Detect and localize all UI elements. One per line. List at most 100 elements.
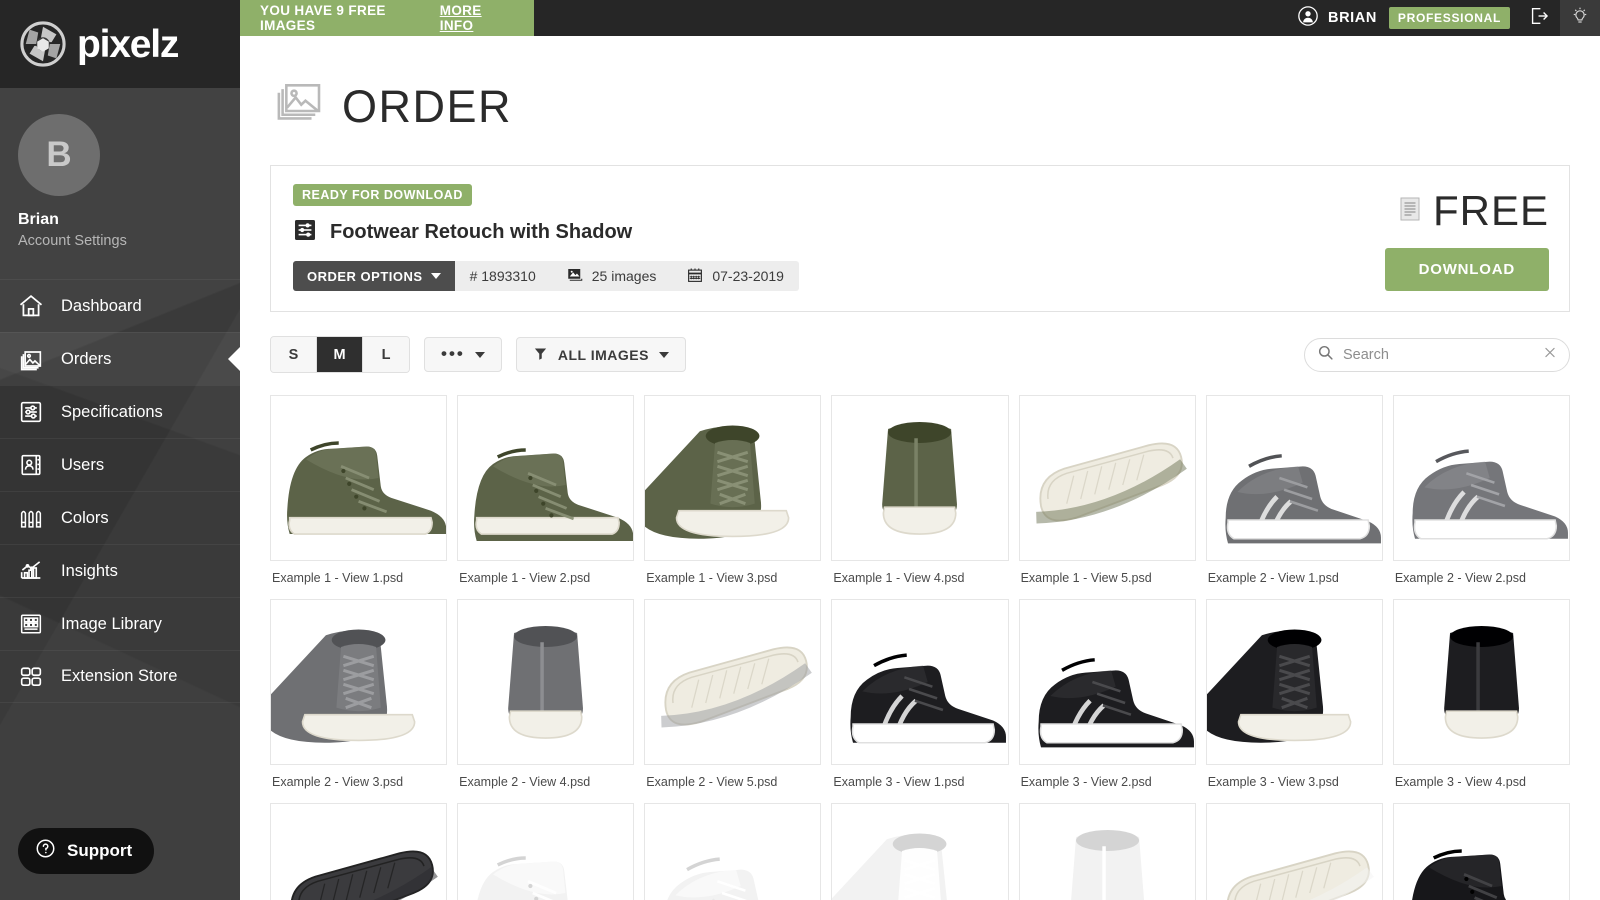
- image-icon: [566, 266, 584, 287]
- gallery-thumbnail[interactable]: [1392, 803, 1570, 900]
- tips-button[interactable]: [1560, 0, 1600, 36]
- sidebar-item-label: Dashboard: [61, 296, 142, 315]
- account-settings-link[interactable]: Account Settings: [18, 233, 240, 249]
- avatar: B: [18, 114, 100, 196]
- size-button-m[interactable]: M: [317, 337, 363, 372]
- gallery-thumbnail[interactable]: [1392, 395, 1570, 561]
- aperture-icon: [20, 21, 66, 67]
- gallery-item: [1018, 803, 1196, 900]
- size-button-l[interactable]: L: [363, 337, 409, 372]
- sidebar-item-colors[interactable]: Colors: [0, 491, 240, 544]
- gallery-caption: Example 1 - View 4.psd: [833, 571, 965, 585]
- support-button[interactable]: Support: [18, 828, 155, 874]
- gallery-caption: Example 3 - View 3.psd: [1207, 775, 1339, 789]
- gallery-item: Example 2 - View 4.psd: [457, 599, 635, 803]
- gallery-caption: Example 3 - View 4.psd: [1394, 775, 1526, 789]
- free-images-text: YOU HAVE 9 FREE IMAGES: [260, 3, 386, 33]
- brand-logo[interactable]: pixelz: [0, 0, 240, 88]
- sidebar-item-image-library[interactable]: Image Library: [0, 597, 240, 650]
- chevron-down-icon: [658, 351, 669, 358]
- gallery-thumbnail[interactable]: [1205, 395, 1383, 561]
- plan-badge: PROFESSIONAL: [1388, 7, 1510, 29]
- gallery-thumbnail[interactable]: [270, 395, 448, 561]
- order-date: 07-23-2019: [671, 261, 799, 291]
- gallery-item: Example 1 - View 1.psd: [270, 395, 448, 599]
- address-book-icon: [17, 451, 45, 479]
- sidebar-item-dashboard[interactable]: Dashboard: [0, 279, 240, 332]
- sidebar-item-label: Colors: [61, 508, 109, 527]
- order-title: Footwear Retouch with Shadow: [330, 221, 633, 243]
- sidebar-item-specifications[interactable]: Specifications: [0, 385, 240, 438]
- download-button[interactable]: DOWNLOAD: [1384, 248, 1549, 291]
- gallery-caption: Example 1 - View 5.psd: [1020, 571, 1152, 585]
- search-input[interactable]: [1304, 337, 1570, 372]
- gallery-thumbnail[interactable]: [831, 803, 1009, 900]
- sidebar-item-extension-store[interactable]: Extension Store: [0, 650, 240, 703]
- gallery-caption: Example 2 - View 1.psd: [1207, 571, 1339, 585]
- order-options-button[interactable]: ORDER OPTIONS: [293, 261, 455, 291]
- account-block[interactable]: B Brian Account Settings: [0, 88, 240, 269]
- question-circle-icon: [35, 838, 56, 864]
- gallery-item: Example 1 - View 5.psd: [1018, 395, 1196, 599]
- gallery-caption: Example 1 - View 1.psd: [272, 571, 404, 585]
- gallery-caption: Example 1 - View 3.psd: [646, 571, 778, 585]
- gallery-caption: Example 2 - View 4.psd: [459, 775, 591, 789]
- sidebar-item-users[interactable]: Users: [0, 438, 240, 491]
- gallery-thumbnail[interactable]: [644, 803, 822, 900]
- gallery-thumbnail[interactable]: [644, 599, 822, 765]
- gallery-item: Example 2 - View 3.psd: [270, 599, 448, 803]
- logout-button[interactable]: [1522, 0, 1556, 36]
- image-gallery-grid: Example 1 - View 1.psd Example 1 - View …: [270, 395, 1570, 900]
- gallery-thumbnail[interactable]: [831, 599, 1009, 765]
- gallery-thumbnail[interactable]: [1205, 803, 1383, 900]
- support-button-wrap: Support: [18, 828, 155, 874]
- gallery-thumbnail[interactable]: [1018, 395, 1196, 561]
- brand-name: pixelz: [77, 22, 179, 66]
- order-image-count: 25 images: [551, 261, 672, 291]
- more-options-button[interactable]: •••: [424, 337, 502, 372]
- page-header: ORDER: [240, 36, 1600, 137]
- close-icon[interactable]: [1543, 345, 1557, 364]
- free-images-banner[interactable]: YOU HAVE 9 FREE IMAGES MORE INFO: [240, 0, 534, 36]
- gallery-item: [1392, 803, 1570, 900]
- gallery-thumbnail[interactable]: [457, 395, 635, 561]
- status-badge: READY FOR DOWNLOAD: [293, 184, 472, 206]
- sidebar-item-label: Insights: [61, 561, 118, 580]
- sidebar-item-insights[interactable]: Insights: [0, 544, 240, 597]
- gallery-caption: Example 2 - View 2.psd: [1394, 571, 1526, 585]
- gallery-thumbnail[interactable]: [831, 395, 1009, 561]
- filter-button[interactable]: ALL IMAGES: [515, 337, 686, 372]
- topbar: YOU HAVE 9 FREE IMAGES MORE INFO BRIAN P…: [240, 0, 1600, 36]
- gallery-thumbnail[interactable]: [457, 599, 635, 765]
- gallery-thumbnail[interactable]: [644, 395, 822, 561]
- gallery-item: [1205, 803, 1383, 900]
- images-stack-icon: [17, 345, 45, 373]
- gallery-thumbnail[interactable]: [1018, 803, 1196, 900]
- order-price: FREE: [1432, 187, 1549, 234]
- sidebar: pixelz B Brian Account Settings Dashboar…: [0, 0, 240, 900]
- gallery-item: [644, 803, 822, 900]
- gallery-item: Example 3 - View 3.psd: [1205, 599, 1383, 803]
- more-info-link[interactable]: MORE INFO: [440, 3, 514, 33]
- gallery-thumbnail[interactable]: [457, 803, 635, 900]
- sidebar-item-label: Specifications: [61, 402, 163, 421]
- blocks-icon: [17, 663, 45, 691]
- gallery-thumbnail[interactable]: [270, 803, 448, 900]
- gallery-thumbnail[interactable]: [1205, 599, 1383, 765]
- gallery-thumbnail[interactable]: [1018, 599, 1196, 765]
- gallery-item: [457, 803, 635, 900]
- sidebar-item-orders[interactable]: Orders: [0, 332, 240, 385]
- user-menu[interactable]: BRIAN: [1297, 5, 1377, 32]
- order-meta-bar: ORDER OPTIONS # 1893310 25 images 07-23-…: [293, 261, 799, 291]
- main-content: YOU HAVE 9 FREE IMAGES MORE INFO BRIAN P…: [240, 0, 1600, 900]
- size-button-s[interactable]: S: [271, 337, 317, 372]
- gallery-thumbnail[interactable]: [1392, 599, 1570, 765]
- gallery-caption: Example 3 - View 2.psd: [1020, 775, 1152, 789]
- order-date-value: 07-23-2019: [712, 268, 784, 284]
- ellipsis-icon: •••: [441, 344, 465, 364]
- gallery-thumbnail[interactable]: [270, 599, 448, 765]
- filter-label: ALL IMAGES: [557, 346, 649, 363]
- gallery-caption: Example 1 - View 2.psd: [459, 571, 591, 585]
- sidebar-nav: Dashboard Orders Specifications Users Co…: [0, 279, 240, 703]
